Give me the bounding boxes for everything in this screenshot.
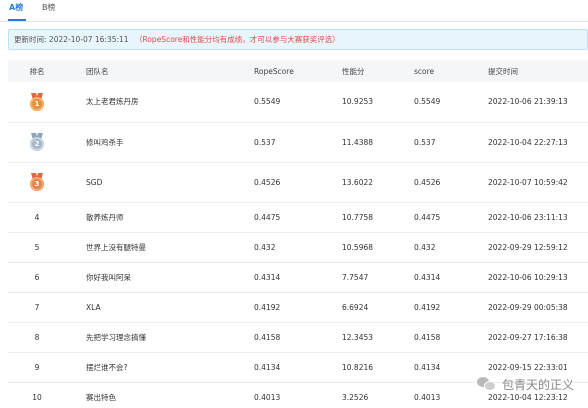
score-cell: 0.4013 — [402, 382, 474, 408]
rank-cell: 6 — [8, 262, 66, 293]
header-rank[interactable]: 排名 — [8, 60, 66, 82]
ropescore-cell: 0.5549 — [224, 82, 322, 123]
performance-cell: 10.7758 — [322, 202, 402, 233]
submit-time-cell: 2022-10-04 22:27:13 — [474, 122, 588, 163]
active-tab-indicator — [8, 19, 26, 21]
submit-time-cell: 2022-10-06 21:39:13 — [474, 82, 588, 123]
performance-cell: 12.3453 — [322, 322, 402, 353]
submit-time-cell: 2022-09-27 17:16:38 — [474, 322, 588, 353]
wechat-icon — [476, 376, 497, 392]
watermark: 包青天的正义 — [476, 374, 574, 394]
team-name-cell: 你好我叫阿呆 — [66, 262, 224, 293]
table-row: 1 太上老君炼丹房 0.5549 10.9253 0.5549 2022-10-06 21… — [8, 82, 588, 123]
team-name-cell: 散养炼丹师 — [66, 202, 224, 233]
ropescore-cell: 0.537 — [224, 122, 322, 163]
performance-cell: 10.5968 — [322, 232, 402, 263]
team-name-cell: 摆烂谁不会? — [66, 352, 224, 383]
score-cell: 0.4526 — [402, 162, 474, 203]
score-cell: 0.4134 — [402, 352, 474, 383]
performance-cell: 10.9253 — [322, 82, 402, 123]
performance-cell: 10.8216 — [322, 352, 402, 383]
team-name-cell: 太上老君炼丹房 — [66, 82, 224, 123]
performance-cell: 3.2526 — [322, 382, 402, 408]
rank-cell: 1 — [8, 82, 66, 123]
team-name-cell: 先把学习理念搞懂 — [66, 322, 224, 353]
header-team[interactable]: 团队名 — [66, 60, 224, 82]
ropescore-cell: 0.4158 — [224, 322, 322, 353]
medal-rank-number: 1 — [30, 96, 44, 111]
submit-time-cell: 2022-10-06 10:29:13 — [474, 262, 588, 293]
update-time-value: 2022-10-07 16:35:11 — [48, 35, 129, 44]
score-cell: 0.432 — [402, 232, 474, 263]
table-row: 8 先把学习理念搞懂 0.4158 12.3453 0.4158 2022-09-27 1… — [8, 322, 588, 353]
ropescore-cell: 0.4134 — [224, 352, 322, 383]
header-submit-time[interactable]: 提交时间 — [474, 60, 588, 82]
score-cell: 0.5549 — [402, 82, 474, 123]
submit-time-cell: 2022-10-07 10:59:42 — [474, 162, 588, 203]
submit-time-cell: 2022-09-29 00:05:38 — [474, 292, 588, 323]
rank-cell: 7 — [8, 292, 66, 323]
performance-cell: 13.6022 — [322, 162, 402, 203]
ropescore-cell: 0.4314 — [224, 262, 322, 293]
watermark-text: 包青天的正义 — [501, 377, 574, 392]
submit-time-cell: 2022-09-29 12:59:12 — [474, 232, 588, 263]
ropescore-cell: 0.4475 — [224, 202, 322, 233]
leaderboard-tabs: A榜 B榜 — [0, 0, 588, 22]
table-row: 6 你好我叫阿呆 0.4314 7.7547 0.4314 2022-10-06 10:2… — [8, 262, 588, 293]
gold-medal-icon: 1 — [29, 92, 45, 111]
update-notice: 更新时间: 2022-10-07 16:35:11 （RopeScore和性能分… — [8, 29, 588, 50]
score-cell: 0.537 — [402, 122, 474, 163]
bronze-medal-icon: 3 — [29, 173, 45, 191]
score-cell: 0.4158 — [402, 322, 474, 353]
ropescore-cell: 0.4192 — [224, 292, 322, 323]
table-header-row: 排名 团队名 RopeScore 性能分 score 提交时间 — [8, 60, 588, 82]
table-row: 4 散养炼丹师 0.4475 10.7758 0.4475 2022-10-06 23:1… — [8, 202, 588, 233]
performance-cell: 11.4388 — [322, 122, 402, 163]
team-name-cell: 赛出特色 — [66, 382, 224, 408]
ropescore-cell: 0.432 — [224, 232, 322, 263]
header-ropescore[interactable]: RopeScore — [224, 60, 322, 82]
medal-rank-number: 3 — [30, 177, 44, 191]
score-cell: 0.4475 — [402, 202, 474, 233]
table-row: 5 世界上没有腿特曼 0.432 10.5968 0.432 2022-09-29 12:… — [8, 232, 588, 263]
ropescore-cell: 0.4526 — [224, 162, 322, 203]
submit-time-cell: 2022-10-06 23:11:13 — [474, 202, 588, 233]
table-row: 7 XLA 0.4192 6.6924 0.4192 2022-09-29 00:05:3… — [8, 292, 588, 323]
silver-medal-icon: 2 — [29, 133, 45, 151]
score-cell: 0.4192 — [402, 292, 474, 323]
rank-cell: 9 — [8, 352, 66, 383]
medal-rank-number: 2 — [30, 137, 44, 151]
rank-cell: 5 — [8, 232, 66, 263]
team-name-cell: SGD — [66, 162, 224, 203]
update-time-label: 更新时间: — [14, 35, 47, 44]
team-name-cell: 修叫鸡杀手 — [66, 122, 224, 163]
ropescore-cell: 0.4013 — [224, 382, 322, 408]
table-row: 2 修叫鸡杀手 0.537 11.4388 0.537 2022-10-04 22:27:… — [8, 122, 588, 163]
rank-cell: 3 — [8, 162, 66, 203]
header-performance[interactable]: 性能分 — [322, 60, 402, 82]
header-score[interactable]: score — [402, 60, 474, 82]
performance-cell: 7.7547 — [322, 262, 402, 293]
eligibility-warning: （RopeScore和性能分均有成绩，才可以参与大赛获奖评选） — [134, 35, 340, 44]
rank-cell: 10 — [8, 382, 66, 408]
performance-cell: 6.6924 — [322, 292, 402, 323]
rank-cell: 4 — [8, 202, 66, 233]
leaderboard-table: 排名 团队名 RopeScore 性能分 score 提交时间 1 太上老君炼丹房… — [8, 60, 588, 408]
tab-a-board[interactable]: A榜 — [9, 3, 23, 13]
tab-b-board[interactable]: B榜 — [42, 3, 56, 13]
rank-cell: 8 — [8, 322, 66, 353]
table-row: 3 SGD 0.4526 13.6022 0.4526 2022-10-07 10:59:… — [8, 162, 588, 203]
score-cell: 0.4314 — [402, 262, 474, 293]
team-name-cell: 世界上没有腿特曼 — [66, 232, 224, 263]
team-name-cell: XLA — [66, 292, 224, 323]
rank-cell: 2 — [8, 122, 66, 163]
